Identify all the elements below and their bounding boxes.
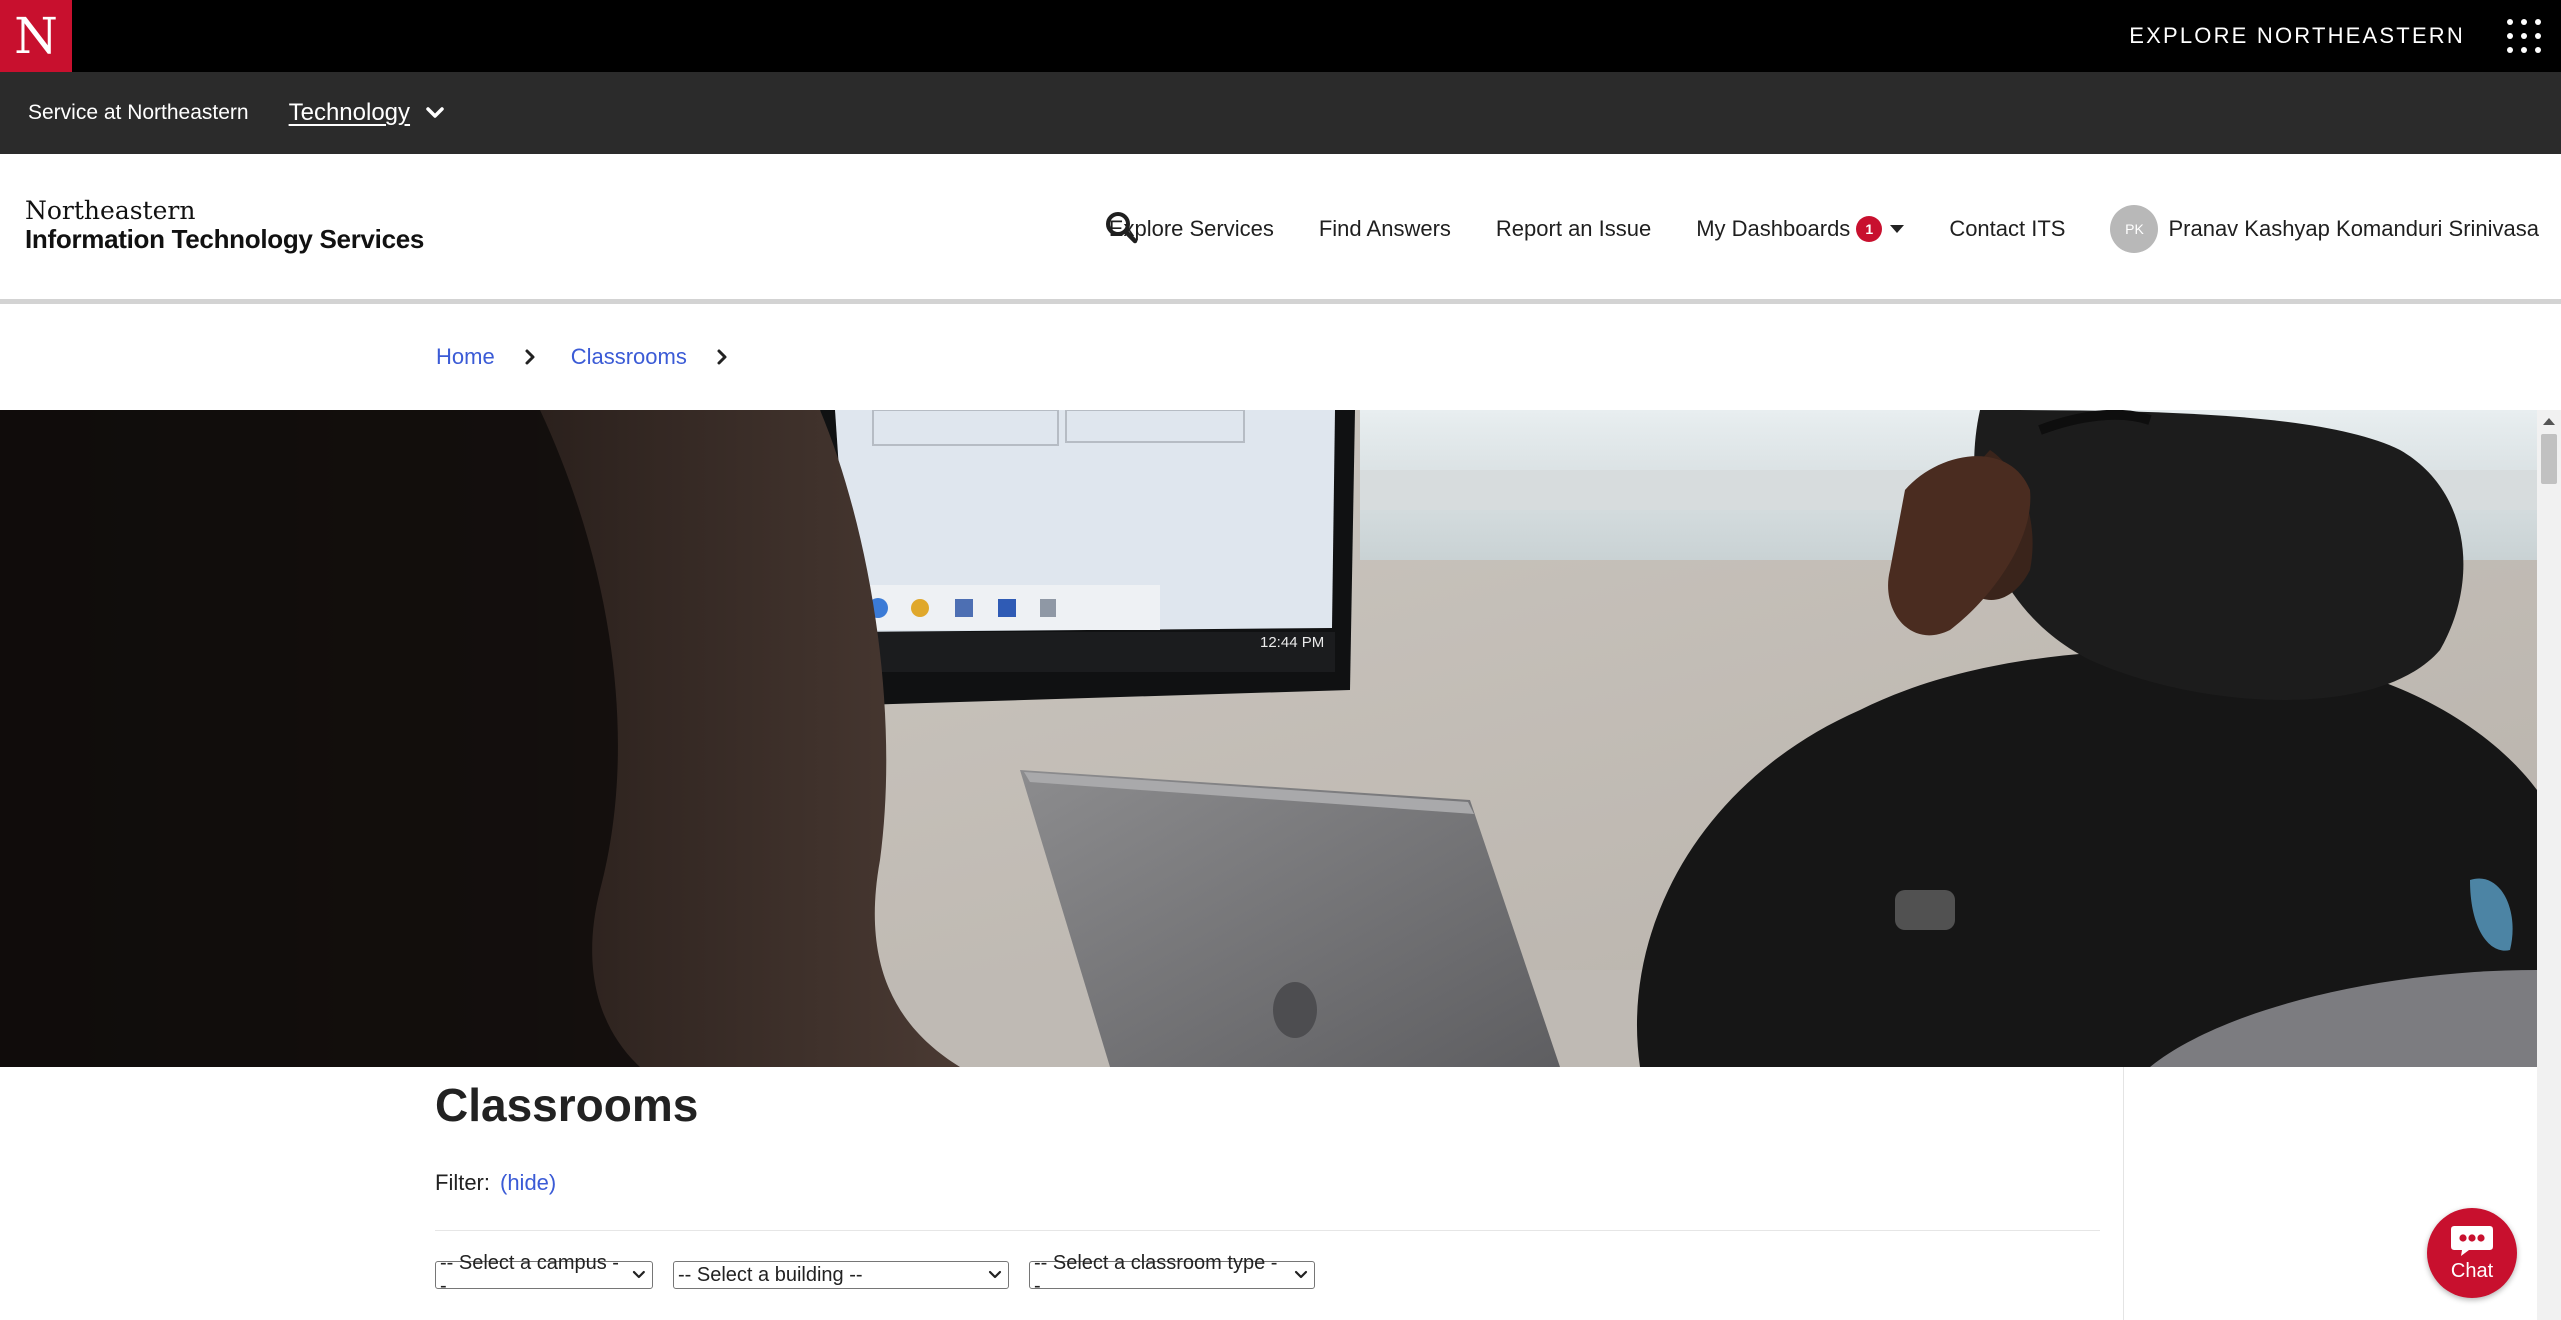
campus-select[interactable]: -- Select a campus --: [435, 1252, 653, 1297]
nav-my-dashboards[interactable]: My Dashboards 1: [1696, 216, 1905, 242]
nav-report-issue[interactable]: Report an Issue: [1496, 216, 1651, 242]
filter-row: Filter: (hide): [435, 1170, 556, 1196]
notification-badge: 1: [1856, 216, 1883, 242]
chevron-down-icon: [1294, 1270, 1308, 1279]
classroom-photo: 12:44 PM: [0, 410, 2537, 1067]
nav-find-answers[interactable]: Find Answers: [1319, 216, 1451, 242]
service-at-northeastern-link[interactable]: Service at Northeastern: [28, 101, 249, 125]
filter-hide-link[interactable]: (hide): [500, 1170, 556, 1196]
page-scrollbar[interactable]: [2537, 410, 2561, 1320]
chat-bubble-icon: [2451, 1225, 2493, 1256]
filter-selects: -- Select a campus -- -- Select a buildi…: [435, 1252, 1335, 1297]
chevron-down-icon: [988, 1270, 1002, 1279]
chevron-right-icon: [525, 349, 535, 365]
classroom-type-select[interactable]: -- Select a classroom type --: [1029, 1252, 1315, 1297]
global-top-bar: N EXPLORE NORTHEASTERN: [0, 0, 2561, 72]
explore-northeastern-link[interactable]: EXPLORE NORTHEASTERN: [2129, 0, 2465, 72]
nav-contact-its[interactable]: Contact ITS: [1949, 216, 2065, 242]
brand-line-1: Northeastern: [25, 196, 196, 225]
scroll-up-arrow-icon[interactable]: [2543, 418, 2555, 425]
user-menu[interactable]: PK Pranav Kashyap Komanduri Srinivasa: [2110, 205, 2539, 253]
brand-line-2: Information Technology Services: [25, 223, 425, 254]
user-name: Pranav Kashyap Komanduri Srinivasa: [2168, 216, 2539, 241]
building-select-value: -- Select a building --: [678, 1263, 863, 1286]
caret-down-icon: [1890, 225, 1905, 233]
nav-explore-services[interactable]: Explore Services: [1109, 216, 1274, 242]
campus-select-value: -- Select a campus --: [440, 1252, 619, 1297]
chat-button[interactable]: Chat: [2427, 1208, 2517, 1298]
chevron-down-icon[interactable]: [424, 102, 446, 124]
content-divider: [2123, 1067, 2124, 1320]
avatar: PK: [2110, 205, 2159, 253]
grid-dots-icon[interactable]: [2507, 19, 2541, 53]
classroom-type-select-value: -- Select a classroom type --: [1034, 1252, 1278, 1297]
hero-image: 12:44 PM: [0, 410, 2537, 1067]
chat-label: Chat: [2450, 1259, 2494, 1282]
scroll-thumb[interactable]: [2541, 434, 2557, 484]
chevron-down-icon: [633, 1270, 646, 1279]
screen-clock: 12:44 PM: [1260, 634, 1324, 651]
service-bar: Service at Northeastern Technology: [0, 72, 2561, 154]
building-select[interactable]: -- Select a building --: [673, 1261, 1009, 1289]
page-title: Classrooms: [435, 1079, 699, 1131]
its-brand-logo[interactable]: Northeastern Information Technology Serv…: [25, 197, 424, 253]
breadcrumb-home[interactable]: Home: [436, 344, 495, 370]
technology-menu-link[interactable]: Technology: [289, 99, 410, 127]
northeastern-logo[interactable]: N: [0, 0, 72, 72]
site-header: Northeastern Information Technology Serv…: [0, 154, 2561, 304]
logo-letter: N: [14, 7, 58, 65]
filter-label: Filter:: [435, 1170, 490, 1195]
my-dashboards-label: My Dashboards: [1696, 216, 1851, 241]
main-nav: Explore Services Find Answers Report an …: [1064, 154, 2539, 304]
filter-divider: [435, 1230, 2100, 1231]
chevron-right-icon: [717, 349, 727, 365]
breadcrumb-classrooms[interactable]: Classrooms: [571, 344, 687, 370]
breadcrumb: Home Classrooms: [436, 340, 763, 374]
